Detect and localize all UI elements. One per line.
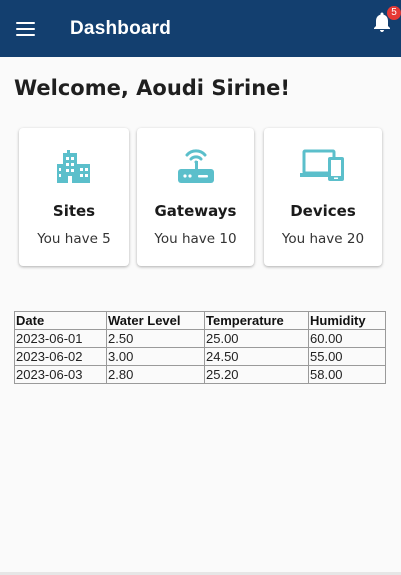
building-icon: [19, 146, 129, 190]
welcome-heading: Welcome, Aoudi Sirine!: [14, 76, 290, 100]
sites-card[interactable]: Sites You have 5: [19, 128, 129, 266]
table-cell: 58.00: [308, 365, 386, 384]
menu-icon[interactable]: [14, 19, 38, 37]
column-header: Temperature: [204, 311, 309, 330]
table-row: 2023-06-02 3.00 24.50 55.00: [14, 347, 386, 366]
table-cell: 3.00: [106, 347, 205, 366]
app-bar: Dashboard 5: [0, 0, 401, 57]
gateways-card[interactable]: Gateways You have 10: [137, 128, 254, 266]
table-row: 2023-06-01 2.50 25.00 60.00: [14, 329, 386, 348]
card-subtitle: You have 10: [154, 231, 237, 247]
devices-icon: [264, 146, 382, 190]
devices-card[interactable]: Devices You have 20: [264, 128, 382, 266]
table-cell: 2023-06-02: [14, 347, 107, 366]
table-header-row: Date Water Level Temperature Humidity: [14, 311, 386, 330]
sensor-data-table: Date Water Level Temperature Humidity 20…: [14, 311, 386, 384]
page-title: Dashboard: [70, 18, 172, 39]
table-cell: 25.20: [204, 365, 309, 384]
table-cell: 2.50: [106, 329, 205, 348]
card-title: Devices: [290, 202, 356, 220]
card-title: Sites: [52, 202, 96, 220]
table-cell: 2023-06-01: [14, 329, 107, 348]
column-header: Humidity: [308, 311, 386, 330]
notification-badge: 5: [387, 6, 401, 20]
table-cell: 2023-06-03: [14, 365, 107, 384]
table-cell: 55.00: [308, 347, 386, 366]
table-cell: 60.00: [308, 329, 386, 348]
card-title: Gateways: [154, 202, 237, 220]
column-header: Date: [14, 311, 107, 330]
card-subtitle: You have 5: [37, 231, 111, 247]
column-header: Water Level: [106, 311, 205, 330]
card-subtitle: You have 20: [281, 231, 365, 247]
table-cell: 24.50: [204, 347, 309, 366]
table-cell: 2.80: [106, 365, 205, 384]
router-icon: [137, 146, 254, 190]
table-row: 2023-06-03 2.80 25.20 58.00: [14, 365, 386, 384]
table-cell: 25.00: [204, 329, 309, 348]
